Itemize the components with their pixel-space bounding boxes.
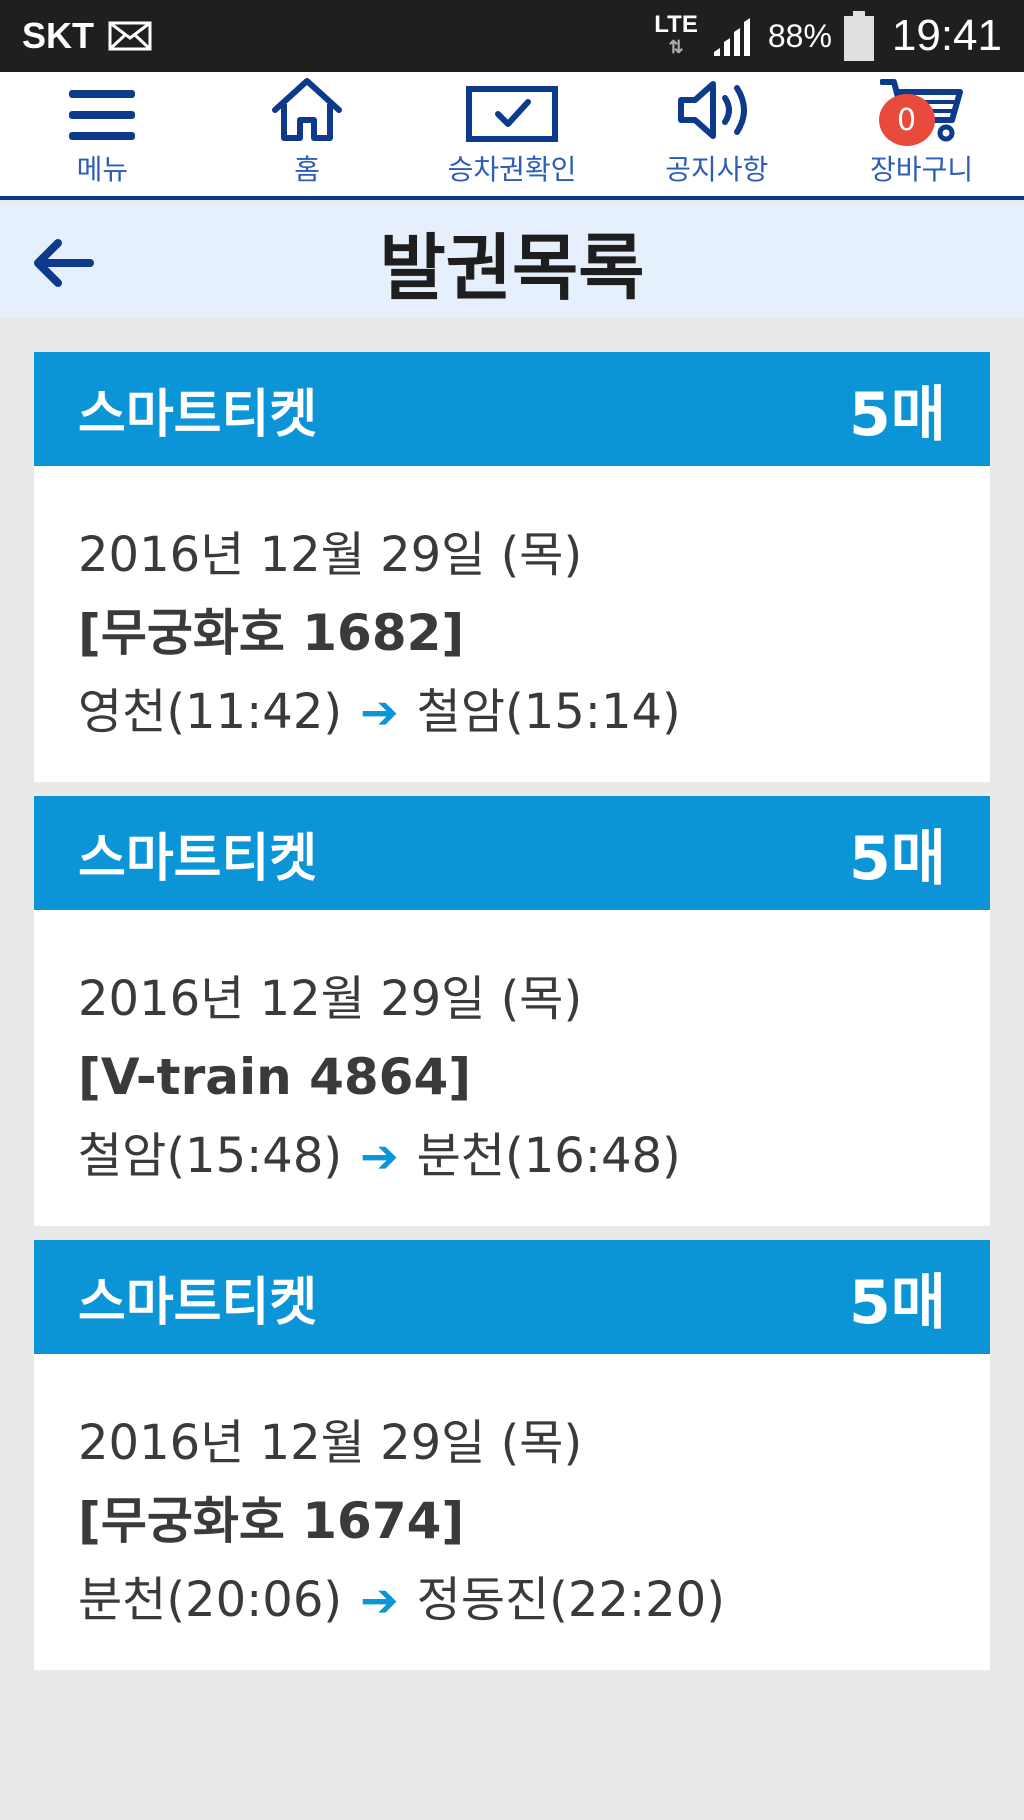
nav-notice-label: 공지사항 xyxy=(665,153,769,186)
nav-menu[interactable]: 메뉴 xyxy=(7,72,197,196)
nav-menu-label: 메뉴 xyxy=(76,153,129,186)
page-title: 발권목록 xyxy=(379,225,645,310)
ticket-type: 스마트티켓 xyxy=(78,384,318,445)
signal-icon xyxy=(713,18,750,56)
ticket-count: 5매 xyxy=(849,1267,946,1338)
nav-ticket-check[interactable]: 승차권확인 xyxy=(417,72,607,196)
nav-notice[interactable]: 공지사항 xyxy=(622,72,812,196)
route-from: 분천(20:06) xyxy=(78,1572,343,1628)
status-left: SKT xyxy=(22,15,152,57)
title-bar: 발권목록 xyxy=(0,204,1024,318)
battery-icon xyxy=(843,11,874,61)
route-arrow-icon: ➔ xyxy=(360,1573,399,1627)
clock: 19:41 xyxy=(891,11,1002,60)
ticket-type: 스마트티켓 xyxy=(78,828,318,889)
nav-ticket-check-label: 승차권확인 xyxy=(447,153,577,186)
route-to: 정동진(22:20) xyxy=(416,1572,725,1628)
ticket-card[interactable]: 스마트티켓 5매 2016년 12월 29일 (목) [무궁화호 1682] 영… xyxy=(34,352,990,782)
ticket-date: 2016년 12월 29일 (목) xyxy=(78,527,583,583)
ticket-card-body: 2016년 12월 29일 (목) [V-train 4864] 철암(15:4… xyxy=(34,910,990,1226)
ticket-card-header: 스마트티켓 5매 xyxy=(34,1240,990,1354)
menu-icon xyxy=(69,90,136,140)
network-indicator: LTE ⇅ xyxy=(654,11,698,58)
ticket-date: 2016년 12월 29일 (목) xyxy=(78,971,583,1027)
ticket-card-header: 스마트티켓 5매 xyxy=(34,796,990,910)
nav-home-label: 홈 xyxy=(294,153,321,186)
ticket-train: [무궁화호 1682] xyxy=(78,604,465,662)
route-to: 분천(16:48) xyxy=(416,1128,681,1184)
ticket-card-body: 2016년 12월 29일 (목) [무궁화호 1682] 영천(11:42) … xyxy=(34,466,990,782)
cart-count-badge: 0 xyxy=(878,94,935,146)
back-arrow-icon xyxy=(34,239,94,287)
ticket-type: 스마트티켓 xyxy=(78,1272,318,1333)
route-arrow-icon: ➔ xyxy=(360,685,399,739)
top-nav: 메뉴 홈 승차권확인 공지사항 0 장바구니 xyxy=(0,72,1024,200)
network-label: LTE xyxy=(654,11,698,38)
status-bar: SKT LTE ⇅ 88% 19:41 xyxy=(0,0,1024,72)
route-from: 철암(15:48) xyxy=(78,1128,343,1184)
ticket-count: 5매 xyxy=(849,379,946,450)
ticket-route: 영천(11:42) ➔ 철암(15:14) xyxy=(78,672,946,752)
home-icon xyxy=(272,78,343,141)
ticket-card[interactable]: 스마트티켓 5매 2016년 12월 29일 (목) [무궁화호 1674] 분… xyxy=(34,1240,990,1670)
ticket-train: [V-train 4864] xyxy=(78,1048,472,1106)
ticket-check-icon xyxy=(465,86,558,142)
route-arrow-icon: ➔ xyxy=(360,1129,399,1183)
ticket-card[interactable]: 스마트티켓 5매 2016년 12월 29일 (목) [V-train 4864… xyxy=(34,796,990,1226)
ticket-route: 철암(15:48) ➔ 분천(16:48) xyxy=(78,1116,946,1196)
nav-home[interactable]: 홈 xyxy=(212,72,402,196)
ticket-train: [무궁화호 1674] xyxy=(78,1492,465,1550)
nav-cart[interactable]: 0 장바구니 xyxy=(827,72,1017,196)
ticket-route: 분천(20:06) ➔ 정동진(22:20) xyxy=(78,1560,946,1640)
route-to: 철암(15:14) xyxy=(416,684,681,740)
speaker-icon xyxy=(677,81,747,139)
battery-percent: 88% xyxy=(767,17,832,54)
carrier-label: SKT xyxy=(22,15,94,56)
ticket-count: 5매 xyxy=(849,823,946,894)
back-button[interactable] xyxy=(30,230,96,296)
ticket-card-header: 스마트티켓 5매 xyxy=(34,352,990,466)
ticket-card-body: 2016년 12월 29일 (목) [무궁화호 1674] 분천(20:06) … xyxy=(34,1354,990,1670)
route-from: 영천(11:42) xyxy=(78,684,343,740)
mail-icon xyxy=(108,21,152,51)
data-arrows-icon: ⇅ xyxy=(668,37,684,57)
ticket-date: 2016년 12월 29일 (목) xyxy=(78,1415,583,1471)
nav-cart-label: 장바구니 xyxy=(870,153,974,186)
status-right: LTE ⇅ 88% 19:41 xyxy=(654,11,1002,61)
